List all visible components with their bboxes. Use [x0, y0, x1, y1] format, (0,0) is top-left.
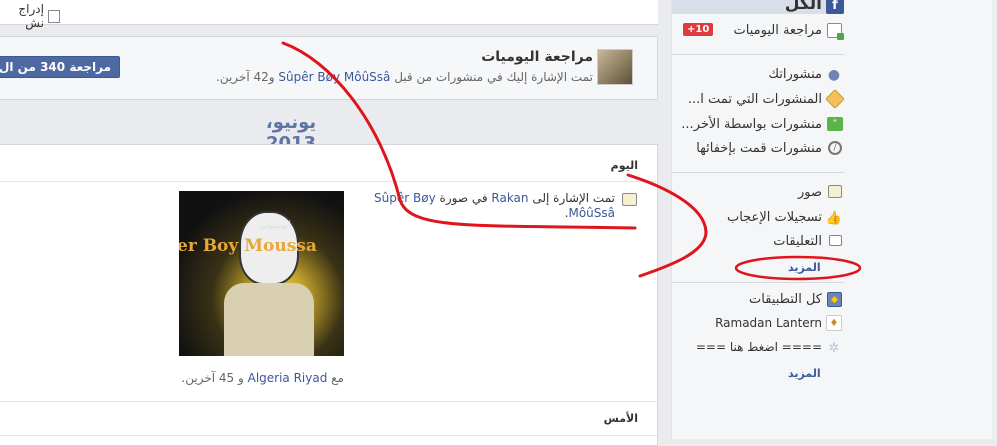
red-annotation-overlay	[281, 41, 862, 281]
red-annotation-stroke	[281, 41, 637, 230]
red-annotation-circle	[734, 255, 862, 281]
red-annotation-stroke	[626, 173, 708, 278]
